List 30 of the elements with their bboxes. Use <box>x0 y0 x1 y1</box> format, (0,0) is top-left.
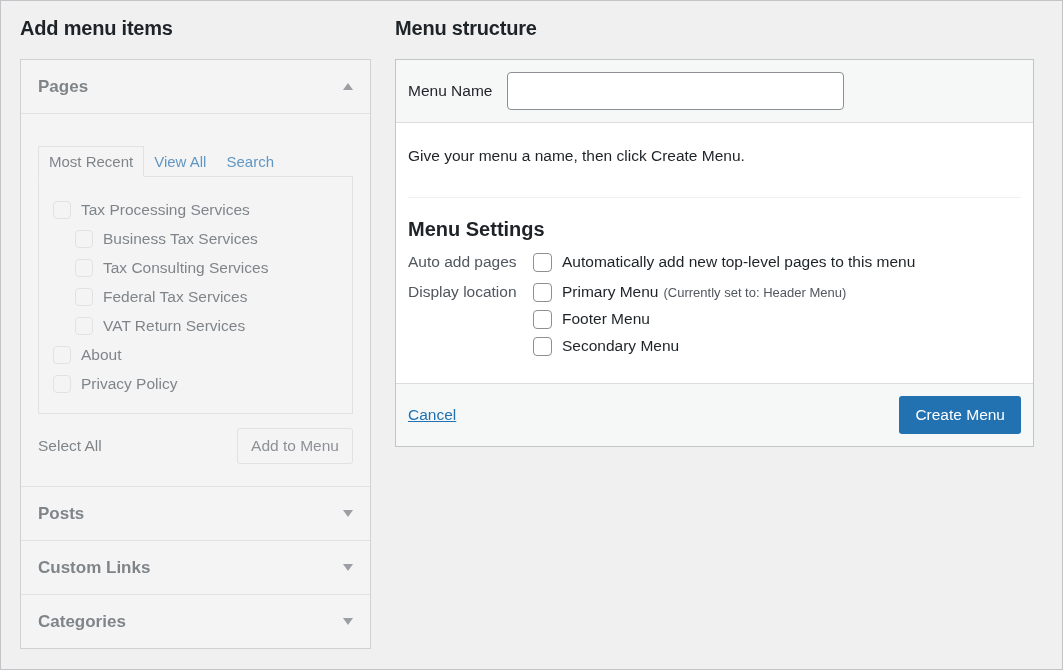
option-label: Primary Menu <box>562 283 659 301</box>
page-label: Business Tax Services <box>103 229 258 248</box>
page-label: Tax Processing Services <box>81 200 250 219</box>
section-heading: Menu structure <box>395 16 538 41</box>
field-label: Menu Name <box>408 82 493 100</box>
page-label: Tax Consulting Services <box>103 258 269 277</box>
cancel-link[interactable]: Cancel <box>408 406 457 424</box>
option-label: Automatically add new top-level pages to this menu <box>562 253 916 271</box>
checkbox[interactable] <box>533 252 552 272</box>
checkbox[interactable] <box>533 336 552 356</box>
page-label: About <box>81 345 122 364</box>
create-menu-button[interactable]: Create Menu <box>899 396 1021 434</box>
instruction-text: Give your menu a name, then click Create Menu. <box>408 147 746 165</box>
expand-arrow-icon <box>343 618 353 625</box>
option-label: Secondary Menu <box>562 337 680 355</box>
setting-label: Auto add pages <box>408 252 518 272</box>
option-label: Footer Menu <box>562 310 650 328</box>
checkbox[interactable] <box>533 282 552 302</box>
menu-name-field[interactable] <box>507 72 845 110</box>
page-label: VAT Return Services <box>103 316 246 335</box>
expand-arrow-icon <box>343 510 353 517</box>
collapse-arrow-icon <box>343 83 353 90</box>
checkbox[interactable] <box>533 309 552 329</box>
setting-label: Display location <box>408 282 518 302</box>
option-note: (Currently set to: Header Menu) <box>663 284 847 300</box>
page-label: Federal Tax Services <box>103 287 248 306</box>
expand-arrow-icon <box>343 564 353 571</box>
section-heading: Add menu items <box>20 16 174 41</box>
settings-heading: Menu Settings <box>408 218 546 241</box>
page-label: Privacy Policy <box>81 374 178 393</box>
